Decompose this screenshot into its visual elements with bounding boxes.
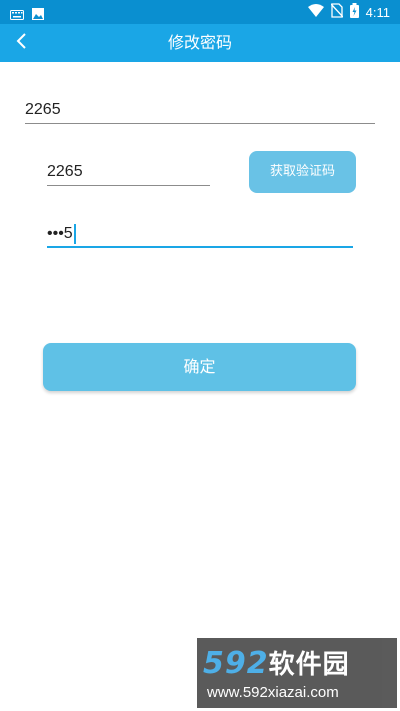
image-icon (32, 5, 44, 24)
confirm-button[interactable]: 确定 (43, 343, 356, 391)
wifi-icon (307, 3, 324, 22)
page-title: 修改密码 (167, 33, 232, 52)
status-bar: 4:11 (0, 0, 400, 24)
status-time: 4:11 (365, 5, 390, 20)
no-sim-icon (330, 3, 344, 22)
get-verification-code-button[interactable]: 获取验证码 (249, 151, 356, 193)
account-value: 2265 (25, 101, 61, 118)
account-input[interactable]: 2265 (25, 96, 375, 124)
watermark-logo-number: 592 (203, 646, 269, 681)
back-button[interactable] (8, 29, 36, 57)
code-value: 2265 (47, 163, 83, 180)
verification-code-input[interactable]: 2265 (47, 158, 210, 186)
new-password-input[interactable]: •••5 (47, 220, 353, 248)
battery-icon (349, 3, 359, 22)
text-caret (73, 223, 76, 244)
password-value: •••5 (47, 225, 73, 242)
chevron-left-icon (15, 32, 29, 54)
watermark: 592软件园 www.592xiazai.com (197, 638, 397, 708)
keyboard-icon (10, 5, 24, 24)
toolbar: 修改密码 (0, 24, 400, 62)
watermark-url: www.592xiazai.com (207, 684, 339, 701)
watermark-logo-text: 软件园 (268, 650, 350, 680)
watermark-logo: 592软件园 (203, 644, 350, 681)
screen: 4:11 修改密码 2265 2265 获取验证码 •••5 确定 592软件园… (0, 0, 400, 711)
